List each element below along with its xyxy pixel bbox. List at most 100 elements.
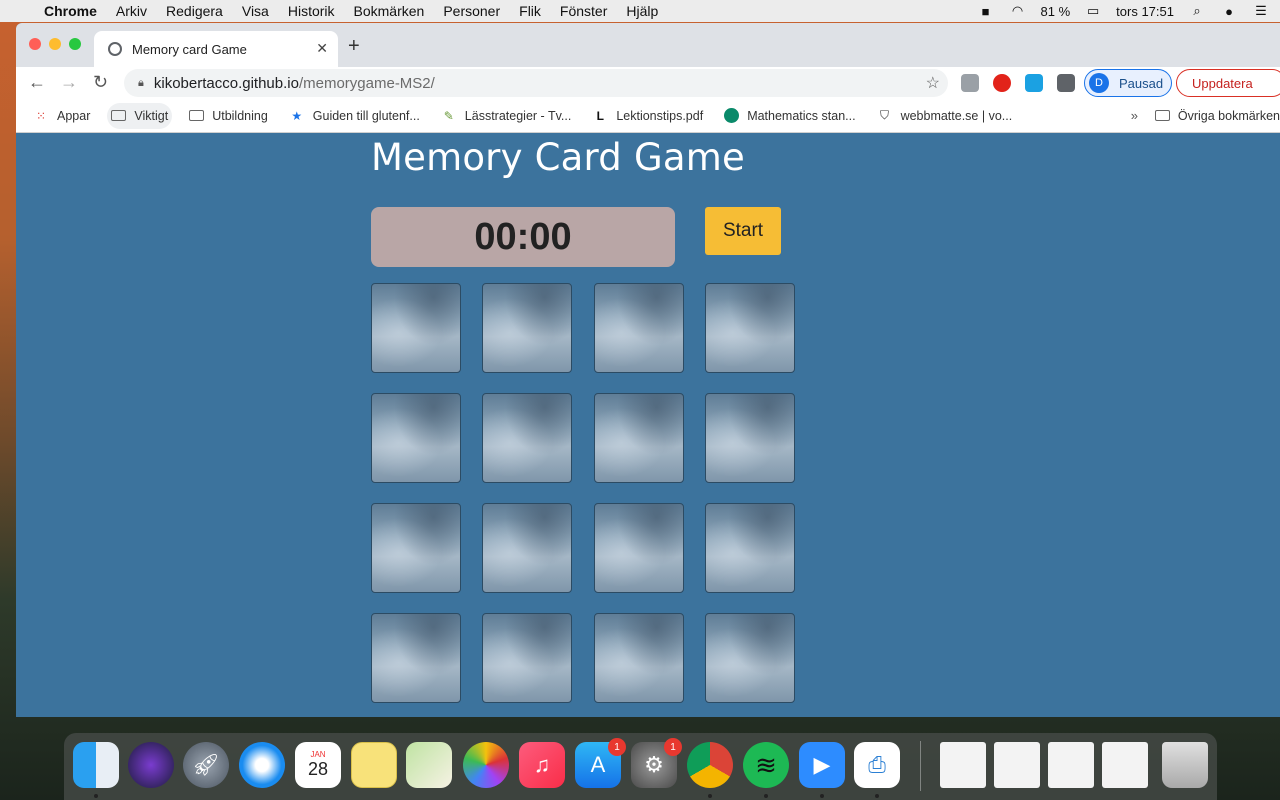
more-bookmarks-chevron-icon[interactable]: » — [1131, 108, 1138, 123]
memory-card[interactable] — [594, 613, 684, 703]
bookmark-lektionstips[interactable]: L Lektionstips.pdf — [588, 103, 707, 129]
menu-historik[interactable]: Historik — [288, 3, 335, 19]
shield-icon: ⛉ — [880, 108, 890, 122]
spotify-icon[interactable]: ≋ — [743, 742, 789, 788]
address-bar[interactable]: 🔒︎ kikobertacco.github.io/memorygame-MS2… — [124, 69, 948, 97]
start-button[interactable]: Start — [705, 207, 781, 255]
bookmark-mathematics[interactable]: Mathematics stan... — [720, 103, 859, 129]
menu-arkiv[interactable]: Arkiv — [116, 3, 147, 19]
close-tab-icon[interactable]: ✕ — [316, 40, 328, 57]
menu-personer[interactable]: Personer — [443, 3, 500, 19]
running-indicator — [764, 794, 768, 798]
forward-button[interactable]: → — [60, 72, 78, 93]
bookmark-utbildning[interactable]: Utbildning — [185, 103, 272, 129]
launchpad-rocket-icon[interactable]: 🚀︎ — [183, 742, 229, 788]
menu-bokmarken[interactable]: Bokmärken — [354, 3, 425, 19]
memory-card[interactable] — [371, 613, 461, 703]
other-bookmarks[interactable]: Övriga bokmärken — [1154, 108, 1280, 123]
skype-extension-icon[interactable] — [961, 74, 979, 92]
other-bookmarks-label: Övriga bokmärken — [1177, 108, 1280, 123]
back-button[interactable]: ← — [28, 72, 46, 93]
bookmark-guiden[interactable]: ★ Guiden till glutenf... — [285, 103, 424, 129]
maps-icon[interactable] — [406, 742, 452, 788]
menu-hjalp[interactable]: Hjälp — [626, 3, 658, 19]
menu-fonster[interactable]: Fönster — [560, 3, 607, 19]
puzzle-extensions-icon[interactable] — [1057, 74, 1075, 92]
lf-icon: L — [596, 108, 604, 123]
bookmark-lasstrategier[interactable]: ✎ Lässtrategier - Tv... — [437, 103, 576, 129]
memory-card[interactable] — [482, 393, 572, 483]
tab-memory-card-game[interactable]: Memory card Game ✕ — [94, 31, 338, 67]
memory-card[interactable] — [594, 283, 684, 373]
memory-card[interactable] — [705, 283, 795, 373]
bookmark-star-icon[interactable]: ☆ — [926, 73, 940, 93]
minimized-window-thumbnail[interactable] — [940, 742, 986, 788]
chrome-icon[interactable] — [687, 742, 733, 788]
spotlight-search-icon[interactable]: ⌕ — [1188, 3, 1206, 18]
calendar-icon[interactable]: JAN 28 — [295, 742, 341, 788]
memory-card[interactable] — [482, 503, 572, 593]
bookmark-webbmatte[interactable]: ⛉ webbmatte.se | vo... — [873, 103, 1017, 129]
minimized-window-thumbnail[interactable] — [994, 742, 1040, 788]
bookmark-appar[interactable]: ⁙ Appar — [29, 103, 94, 129]
siri-app-icon[interactable] — [128, 742, 174, 788]
menu-flik[interactable]: Flik — [519, 3, 541, 19]
video-camera-icon[interactable]: ■ — [977, 4, 995, 19]
memory-card[interactable] — [705, 613, 795, 703]
running-indicator — [94, 794, 98, 798]
menu-redigera[interactable]: Redigera — [166, 3, 223, 19]
notification-center-icon[interactable]: ☰ — [1252, 3, 1270, 18]
bookmark-label: webbmatte.se | vo... — [900, 108, 1013, 123]
cube-extension-icon[interactable] — [1025, 74, 1043, 92]
safari-compass-icon[interactable] — [239, 742, 285, 788]
bookmark-label: Utbildning — [212, 108, 268, 123]
music-note-icon[interactable]: ♫ — [519, 742, 565, 788]
finder-icon[interactable] — [73, 742, 119, 788]
printer-icon[interactable]: ⎙ — [854, 742, 900, 788]
battery-icon[interactable]: ▭ — [1084, 3, 1102, 18]
notes-icon[interactable] — [351, 742, 397, 788]
bookmarks-bar: ⁙ Appar Viktigt Utbildning ★ Guiden till… — [16, 99, 1280, 133]
bookmark-label: Viktigt — [134, 108, 169, 123]
update-label: Uppdatera — [1192, 75, 1253, 91]
memory-card[interactable] — [371, 393, 461, 483]
photos-icon[interactable] — [463, 742, 509, 788]
memory-card[interactable] — [705, 503, 795, 593]
wifi-icon[interactable]: ◠ — [1009, 3, 1027, 18]
memory-card[interactable] — [482, 613, 572, 703]
adblock-extension-icon[interactable] — [993, 74, 1011, 92]
bookmark-label: Appar — [57, 108, 91, 123]
update-button[interactable]: Uppdatera — [1176, 69, 1280, 97]
memory-card[interactable] — [371, 283, 461, 373]
siri-icon[interactable]: ● — [1220, 4, 1238, 19]
clock[interactable]: tors 17:51 — [1116, 4, 1174, 19]
memory-card[interactable] — [482, 283, 572, 373]
bookmark-viktigt[interactable]: Viktigt — [107, 102, 173, 129]
memory-card[interactable] — [594, 503, 684, 593]
lock-icon[interactable]: 🔒︎ — [138, 77, 144, 90]
memory-card[interactable] — [594, 393, 684, 483]
memory-card[interactable] — [371, 503, 461, 593]
star-icon: ★ — [291, 108, 303, 123]
profile-button[interactable]: D Pausad — [1084, 69, 1172, 97]
reload-button[interactable]: ↻ — [93, 72, 108, 93]
zoom-video-icon[interactable]: ▶︎ — [799, 742, 845, 788]
menu-chrome[interactable]: Chrome — [44, 3, 97, 19]
fullscreen-window-button[interactable] — [69, 38, 81, 50]
folder-icon — [189, 110, 205, 121]
minimized-window-thumbnail[interactable] — [1102, 742, 1148, 788]
memory-card[interactable] — [705, 393, 795, 483]
url-host: kikobertacco.github.io — [153, 74, 299, 92]
close-window-button[interactable] — [29, 38, 41, 50]
app-store-badge: 1 — [608, 738, 626, 756]
avatar: D — [1089, 73, 1109, 93]
minimize-window-button[interactable] — [49, 38, 61, 50]
bookmark-label: Lektionstips.pdf — [616, 108, 704, 123]
minimized-window-thumbnail[interactable] — [1048, 742, 1094, 788]
url-path: /memorygame-MS2/ — [298, 74, 435, 92]
trash-icon[interactable] — [1162, 742, 1208, 788]
menu-visa[interactable]: Visa — [242, 3, 269, 19]
new-tab-button[interactable]: + — [348, 35, 360, 58]
page-title: Memory Card Game — [371, 136, 745, 179]
dock-separator — [920, 741, 921, 791]
